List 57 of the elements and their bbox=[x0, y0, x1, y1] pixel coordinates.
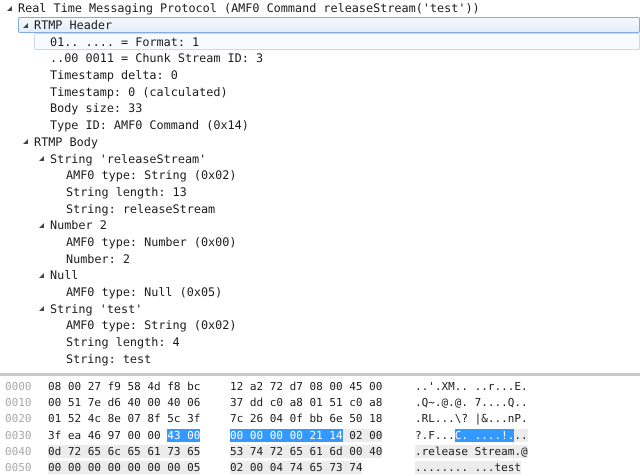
hex-offset: 0040 bbox=[4, 445, 32, 458]
hex-bytes: 3f ea 46 97 00 00 bbox=[48, 428, 162, 442]
tree-item[interactable]: Type ID: AMF0 Command (0x14) bbox=[34, 116, 640, 134]
hex-bytes: 01 52 4c 8e 07 8f 5c 3f bbox=[48, 412, 200, 426]
expand-triangle-icon[interactable] bbox=[21, 20, 30, 30]
hex-bytes: 53 74 72 65 61 6d 00 40 bbox=[230, 445, 382, 458]
tree-item[interactable]: ..00 0011 = Chunk Stream ID: 3 bbox=[34, 50, 640, 67]
hex-bytes: 00 00 00 00 00 00 00 05 bbox=[48, 461, 200, 474]
ascii-text: ?.F... bbox=[415, 428, 455, 442]
expand-triangle-icon[interactable] bbox=[37, 220, 46, 230]
ascii-text: .RL...\? |&...nP. bbox=[415, 412, 528, 426]
hex-bytes: 00 00 00 00 21 14 bbox=[230, 428, 343, 442]
ascii-text: .Q~.@.@. 7....Q.. bbox=[415, 396, 528, 410]
ascii-text: ..'.XM.. ..r...E. bbox=[415, 380, 528, 393]
tree-item[interactable]: String 'releaseStream' bbox=[34, 150, 640, 167]
hex-bytes: 0d 72 65 6c 65 61 73 65 bbox=[48, 445, 200, 458]
tree-item[interactable]: Timestamp delta: 0 bbox=[34, 66, 640, 84]
tree-item[interactable]: Null bbox=[34, 267, 640, 284]
tree-item[interactable]: String length: 13 bbox=[50, 184, 640, 200]
expand-triangle-icon[interactable] bbox=[37, 304, 46, 314]
tree-item[interactable]: AMF0 type: Null (0x05) bbox=[50, 284, 640, 300]
tree-item[interactable]: AMF0 type: Number (0x00) bbox=[50, 234, 640, 250]
tree-item[interactable]: Body size: 33 bbox=[34, 100, 640, 117]
tree-item[interactable]: Number: 2 bbox=[50, 250, 640, 267]
tree-item[interactable]: Number 2 bbox=[34, 216, 640, 234]
tree-item[interactable]: String: test bbox=[50, 350, 640, 368]
hex-offset: 0030 bbox=[4, 428, 32, 442]
hex-bytes: 00 51 7e d6 40 00 40 06 bbox=[48, 396, 200, 410]
hex-offset: 0020 bbox=[4, 412, 32, 426]
tree-item[interactable]: 01.. .... = Format: 1 bbox=[34, 33, 640, 50]
expand-triangle-icon[interactable] bbox=[5, 4, 14, 13]
hex-bytes: 02 00 bbox=[342, 428, 382, 442]
expand-triangle-icon[interactable] bbox=[37, 154, 46, 164]
hex-offset: 0010 bbox=[4, 396, 32, 410]
tree-item[interactable]: RTMP Body bbox=[18, 134, 640, 150]
hex-bytes: 7c 26 04 0f bb 6e 50 18 bbox=[230, 412, 382, 426]
tree-item[interactable]: String: releaseStream bbox=[50, 200, 640, 217]
tree-item[interactable]: AMF0 type: String (0x02) bbox=[50, 317, 640, 334]
hex-bytes: 08 00 27 f9 58 4d f8 bc bbox=[48, 380, 200, 393]
hex-bytes: 12 a2 72 d7 08 00 45 00 bbox=[230, 380, 382, 393]
hex-bytes: 02 00 04 74 65 73 74 bbox=[230, 461, 362, 474]
tree-item[interactable]: RTMP Header bbox=[18, 16, 640, 34]
hex-offset: 0050 bbox=[4, 461, 32, 474]
ascii-text: ........ ...test bbox=[415, 461, 521, 474]
tree-item[interactable]: String 'test' bbox=[34, 300, 640, 318]
tree-item[interactable]: Timestamp: 0 (calculated) bbox=[34, 83, 640, 100]
expand-triangle-icon[interactable] bbox=[37, 270, 46, 280]
ascii-text: .. bbox=[514, 428, 528, 442]
hex-bytes: 43 00 bbox=[167, 428, 200, 442]
tree-item[interactable]: String length: 4 bbox=[50, 334, 640, 350]
hex-bytes: 37 dd c0 a8 01 51 c0 a8 bbox=[230, 396, 382, 410]
tree-item[interactable]: AMF0 type: String (0x02) bbox=[50, 166, 640, 184]
expand-triangle-icon[interactable] bbox=[21, 137, 30, 146]
ascii-text: .release Stream.@ bbox=[415, 445, 528, 458]
tree-item[interactable]: Real Time Messaging Protocol (AMF0 Command releaseStream('test')) bbox=[2, 0, 640, 17]
hex-offset: 0000 bbox=[4, 380, 32, 393]
ascii-text: C. ....!. bbox=[454, 428, 514, 442]
